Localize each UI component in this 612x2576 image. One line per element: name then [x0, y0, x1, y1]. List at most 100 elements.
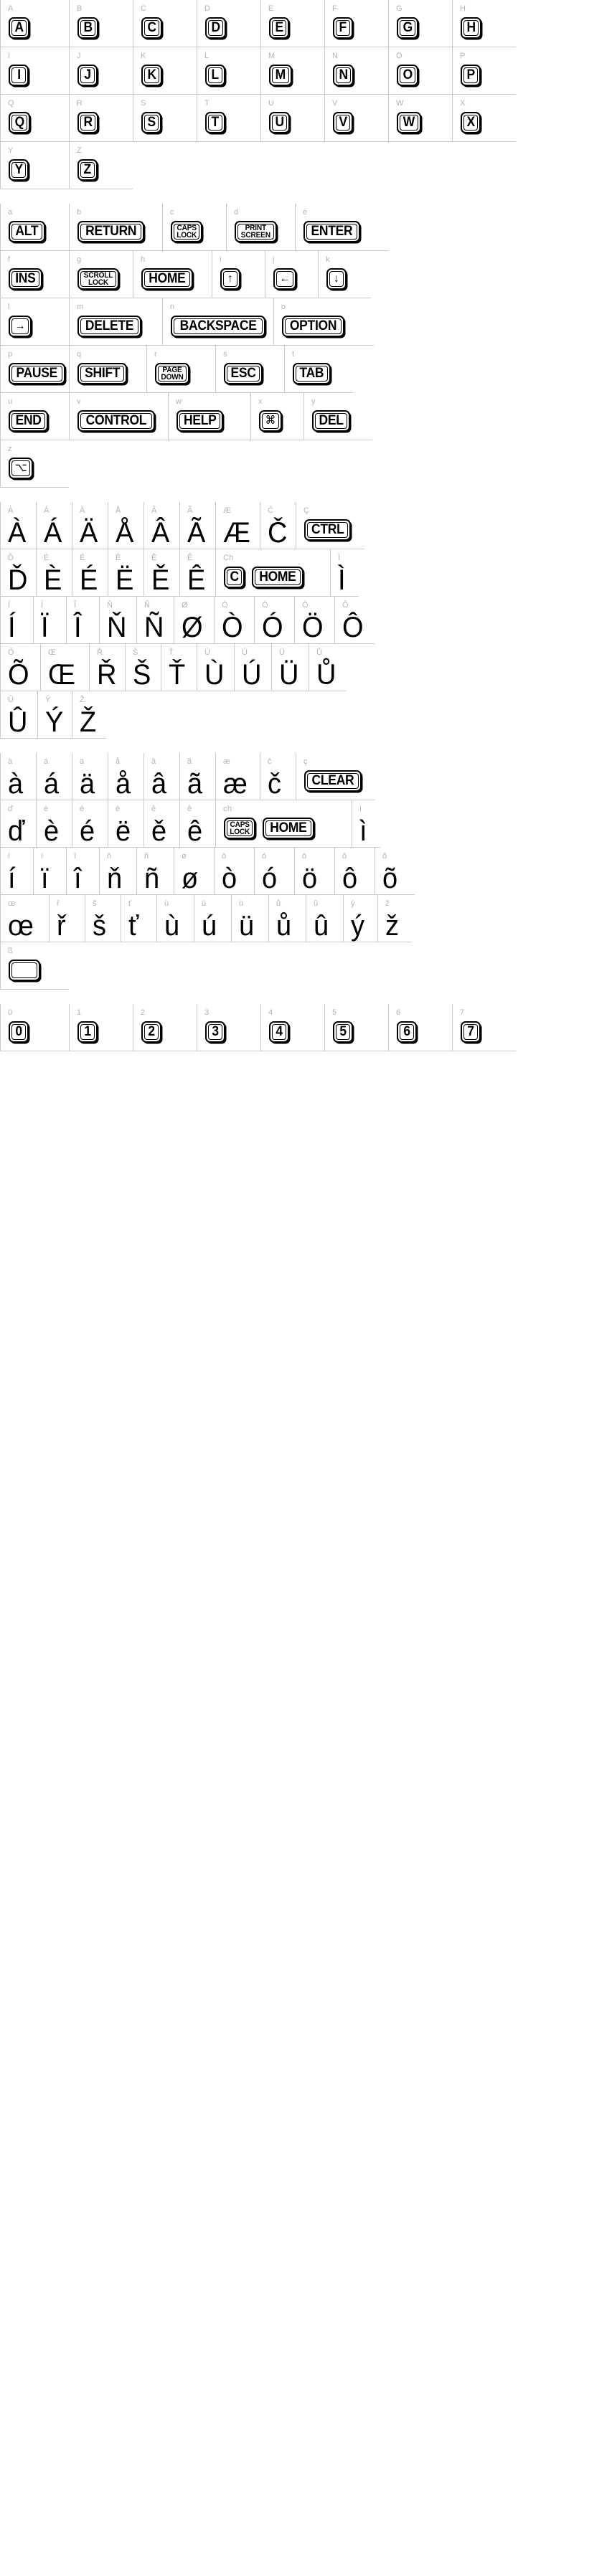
glyph-cell[interactable]: ÈÈ [36, 549, 72, 597]
glyph-cell[interactable]: êê [179, 800, 215, 848]
glyph-cell[interactable]: ÎÎ [66, 597, 99, 644]
glyph-cell[interactable]: ŇŇ [99, 597, 136, 644]
glyph-cell[interactable]: s ESC [215, 346, 284, 393]
glyph-cell[interactable]: 33 [197, 1004, 260, 1051]
glyph-cell[interactable]: x ⌘ [250, 393, 303, 440]
glyph-cell[interactable]: j ← [265, 251, 318, 298]
glyph-cell[interactable]: q SHIFT [69, 346, 146, 393]
glyph-cell[interactable]: áá [36, 753, 72, 800]
glyph-cell[interactable]: p PAUSE [0, 346, 69, 393]
glyph-cell[interactable]: œœ [0, 895, 49, 942]
glyph-cell[interactable]: UU [260, 95, 324, 142]
glyph-cell[interactable]: b RETURN [69, 204, 162, 251]
glyph-cell[interactable]: YY [0, 142, 69, 189]
glyph-cell[interactable]: XX [452, 95, 516, 142]
glyph-cell[interactable]: ĎĎ [0, 549, 36, 597]
glyph-cell[interactable]: GG [388, 0, 452, 47]
glyph-cell[interactable]: OO [388, 47, 452, 95]
glyph-cell[interactable]: ÜÜ [271, 644, 309, 691]
glyph-cell[interactable]: ÓÓ [254, 597, 294, 644]
glyph-cell[interactable]: øø [174, 848, 214, 895]
glyph-cell[interactable]: TT [197, 95, 260, 142]
glyph-cell[interactable]: MM [260, 47, 324, 95]
glyph-cell[interactable]: ÂÂ [143, 502, 179, 549]
glyph-cell[interactable]: ýý [343, 895, 377, 942]
glyph-cell[interactable]: FF [324, 0, 388, 47]
glyph-cell[interactable]: îî [66, 848, 99, 895]
glyph-cell[interactable]: ÃÃ [179, 502, 215, 549]
glyph-cell[interactable]: čč [260, 753, 296, 800]
glyph-cell[interactable]: ëë [108, 800, 143, 848]
glyph-cell[interactable]: íí [0, 848, 33, 895]
glyph-cell[interactable]: üü [231, 895, 268, 942]
glyph-cell[interactable]: ÛÛ [0, 691, 37, 739]
glyph-cell[interactable]: ûû [306, 895, 343, 942]
glyph-cell[interactable]: 00 [0, 1004, 69, 1051]
glyph-cell[interactable]: QQ [0, 95, 69, 142]
glyph-cell[interactable]: ññ [136, 848, 174, 895]
glyph-cell[interactable]: NN [324, 47, 388, 95]
glyph-cell[interactable]: 44 [260, 1004, 324, 1051]
glyph-cell[interactable]: ß [0, 942, 69, 990]
glyph-cell[interactable]: ŤŤ [161, 644, 197, 691]
glyph-cell[interactable]: RR [69, 95, 133, 142]
glyph-cell[interactable]: õõ [375, 848, 415, 895]
glyph-cell[interactable]: CC [133, 0, 197, 47]
glyph-cell[interactable]: ůů [268, 895, 306, 942]
glyph-cell[interactable]: ç CLEAR [296, 753, 375, 800]
glyph-cell[interactable]: ìì [352, 800, 380, 848]
glyph-cell[interactable]: ŮŮ [309, 644, 346, 691]
glyph-cell[interactable]: ĚĚ [143, 549, 179, 597]
glyph-cell[interactable]: ÕÕ [0, 644, 40, 691]
glyph-cell[interactable]: d PRINT SCREEN [226, 204, 295, 251]
glyph-cell[interactable]: y DEL [303, 393, 372, 440]
glyph-cell[interactable]: EE [260, 0, 324, 47]
glyph-cell[interactable]: VV [324, 95, 388, 142]
glyph-cell[interactable]: àà [0, 753, 36, 800]
glyph-cell[interactable]: ää [72, 753, 108, 800]
glyph-cell[interactable]: WW [388, 95, 452, 142]
glyph-cell[interactable]: ěě [143, 800, 179, 848]
glyph-cell[interactable]: ÚÚ [234, 644, 271, 691]
glyph-cell[interactable]: žž [377, 895, 412, 942]
glyph-cell[interactable]: LL [197, 47, 260, 95]
glyph-cell[interactable]: åå [108, 753, 143, 800]
glyph-cell[interactable]: 77 [452, 1004, 516, 1051]
glyph-cell[interactable]: ÝÝ [37, 691, 72, 739]
glyph-cell[interactable]: ãã [179, 753, 215, 800]
glyph-cell[interactable]: 11 [69, 1004, 133, 1051]
glyph-cell[interactable]: f INS [0, 251, 69, 298]
glyph-cell[interactable]: èè [36, 800, 72, 848]
glyph-cell[interactable]: šš [85, 895, 121, 942]
glyph-cell[interactable]: éé [72, 800, 108, 848]
glyph-cell[interactable]: u END [0, 393, 69, 440]
glyph-cell[interactable]: Ç CTRL [296, 502, 364, 549]
glyph-cell[interactable]: ÙÙ [197, 644, 234, 691]
glyph-cell[interactable]: SS [133, 95, 197, 142]
glyph-cell[interactable]: ÊÊ [179, 549, 215, 597]
glyph-cell[interactable]: AA [0, 0, 69, 47]
glyph-cell[interactable]: o OPTION [273, 298, 374, 346]
glyph-cell[interactable]: a ALT [0, 204, 69, 251]
glyph-cell[interactable]: v CONTROL [69, 393, 168, 440]
glyph-cell[interactable]: t TAB [284, 346, 353, 393]
glyph-cell[interactable]: ææ [215, 753, 260, 800]
glyph-cell[interactable]: g SCROLL LOCK [69, 251, 133, 298]
glyph-cell[interactable]: PP [452, 47, 516, 95]
glyph-cell[interactable]: ùù [156, 895, 194, 942]
glyph-cell[interactable]: ØØ [174, 597, 214, 644]
glyph-cell[interactable]: w HELP [168, 393, 250, 440]
glyph-cell[interactable]: h HOME [133, 251, 212, 298]
glyph-cell[interactable]: JJ [69, 47, 133, 95]
glyph-cell[interactable]: ÍÍ [0, 597, 33, 644]
glyph-cell[interactable]: 66 [388, 1004, 452, 1051]
glyph-cell[interactable]: ôô [334, 848, 375, 895]
glyph-cell[interactable]: ÑÑ [136, 597, 174, 644]
glyph-cell[interactable]: i ↑ [212, 251, 265, 298]
glyph-cell[interactable]: ďď [0, 800, 36, 848]
glyph-cell[interactable]: 55 [324, 1004, 388, 1051]
glyph-cell[interactable]: c CAPS LOCK [162, 204, 226, 251]
glyph-cell[interactable]: ÏÏ [33, 597, 66, 644]
glyph-cell[interactable]: k ↓ [318, 251, 371, 298]
glyph-cell[interactable]: ČČ [260, 502, 296, 549]
